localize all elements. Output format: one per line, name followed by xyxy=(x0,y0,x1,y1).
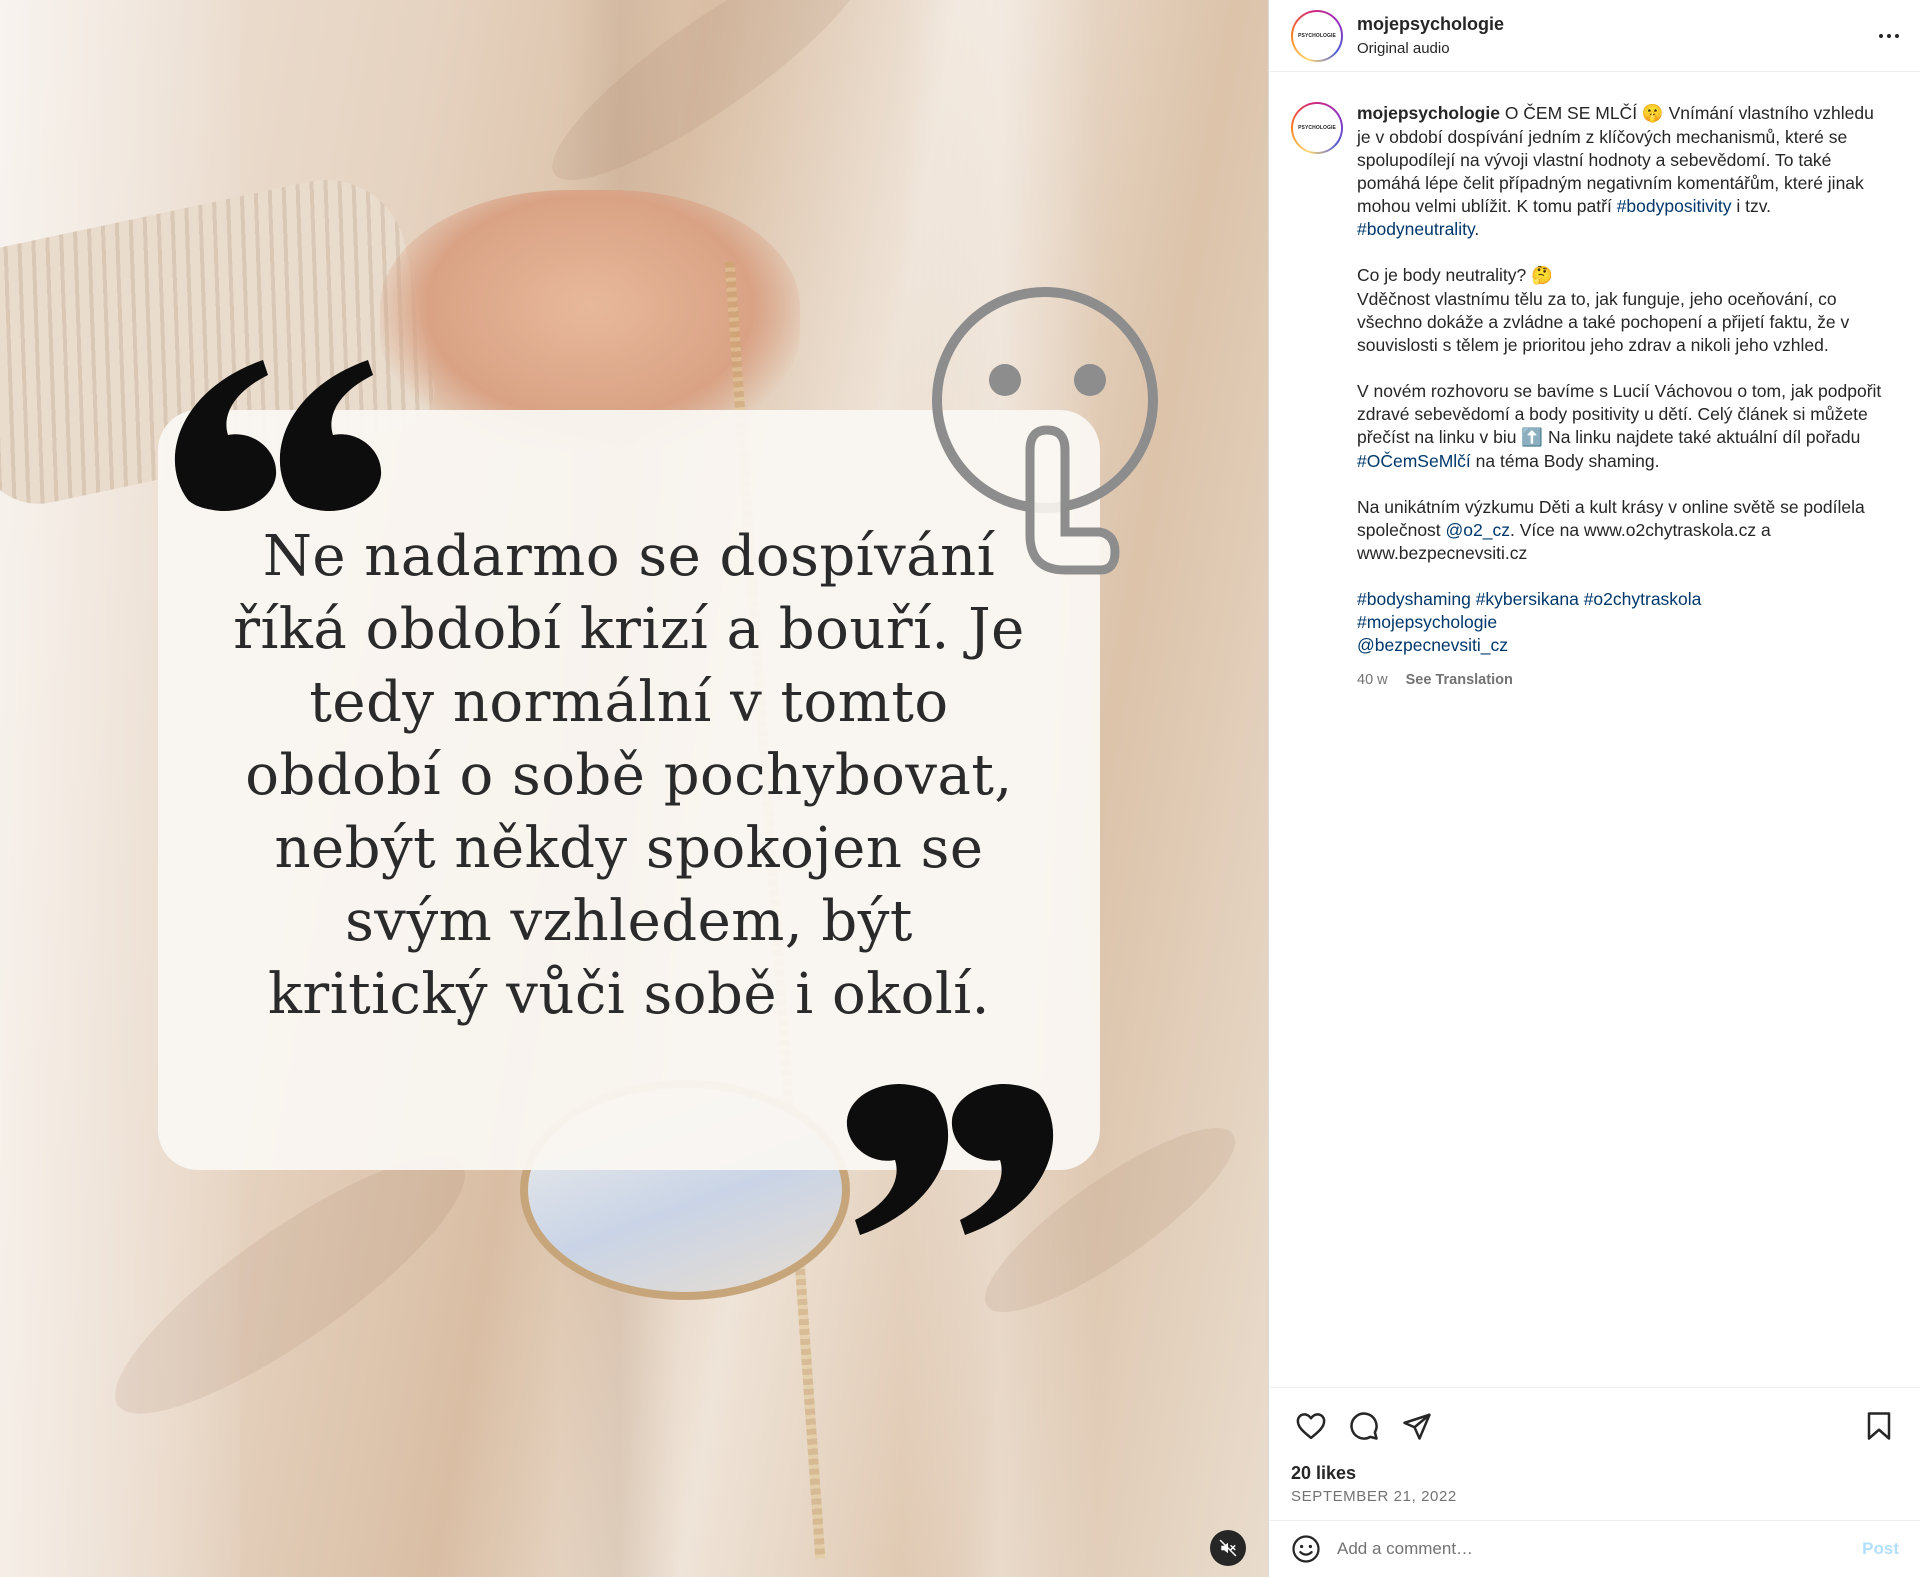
caption-text-segment: na téma Body shaming. xyxy=(1470,451,1660,471)
caption-row: PSYCHOLOGIE mojepsychologie O ČEM SE MLČ… xyxy=(1291,102,1899,692)
caption-avatar[interactable]: PSYCHOLOGIE xyxy=(1291,102,1343,154)
audio-label[interactable]: Original audio xyxy=(1357,39,1504,59)
caption-username[interactable]: mojepsychologie xyxy=(1357,103,1500,123)
caption-text-segment: i tzv. xyxy=(1731,196,1772,216)
hashtag-link[interactable]: #bodypositivity xyxy=(1617,196,1732,216)
comment-bar: Post xyxy=(1269,1520,1920,1577)
hashtag-link[interactable]: #mojepsychologie xyxy=(1357,612,1497,632)
more-horizontal-icon xyxy=(1887,34,1891,38)
save-button[interactable] xyxy=(1859,1406,1899,1446)
post-comment-button[interactable]: Post xyxy=(1862,1539,1899,1559)
quote-line: období o sobě pochybovat, xyxy=(245,743,1013,808)
quote-line: kritický vůči sobě i okolí. xyxy=(268,962,990,1027)
shushing-emoji: 🤫 xyxy=(1641,104,1664,124)
caption-text-segment: Co je body neutrality? xyxy=(1357,265,1532,285)
thinking-emoji: 🤔 xyxy=(1531,266,1553,286)
paper-plane-icon xyxy=(1403,1413,1431,1440)
heart-icon xyxy=(1296,1413,1326,1440)
post-header: PSYCHOLOGIE mojepsychologie Original aud… xyxy=(1269,0,1920,72)
hashtag-link[interactable]: #bodyneutrality xyxy=(1357,219,1474,239)
quote-line: svým vzhledem, být xyxy=(345,889,913,954)
smiley-icon[interactable] xyxy=(1291,1534,1321,1564)
comment-input[interactable] xyxy=(1337,1539,1863,1559)
quote-line: tedy normální v tomto xyxy=(309,670,949,735)
caption-text: mojepsychologie O ČEM SE MLČÍ 🤫 Vnímání … xyxy=(1357,102,1887,692)
likes-count[interactable]: 20 likes xyxy=(1291,1462,1899,1484)
post-side-panel: PSYCHOLOGIE mojepsychologie Original aud… xyxy=(1268,0,1920,1577)
like-button[interactable] xyxy=(1291,1406,1331,1446)
more-options-button[interactable] xyxy=(1875,22,1903,50)
speaker-muted-icon xyxy=(1219,1539,1237,1557)
close-quote-icon xyxy=(846,1083,1054,1235)
avatar-logo: PSYCHOLOGIE xyxy=(1298,32,1336,39)
hashtag-link[interactable]: #kybersikana xyxy=(1476,589,1579,609)
more-horizontal-icon xyxy=(1879,34,1883,38)
hashtag-link[interactable]: #bodyshaming xyxy=(1357,589,1471,609)
post-age[interactable]: 40 w xyxy=(1357,669,1388,692)
caption-text-segment: O ČEM SE MLČÍ xyxy=(1499,103,1642,123)
caption-area: PSYCHOLOGIE mojepsychologie O ČEM SE MLČ… xyxy=(1269,72,1920,1387)
comment-bubble-icon xyxy=(1350,1412,1378,1440)
share-button[interactable] xyxy=(1397,1406,1437,1446)
caption-text-segment: Vděčnost vlastnímu tělu za to, jak fungu… xyxy=(1357,289,1850,355)
bookmark-icon xyxy=(1867,1412,1891,1440)
mention-link[interactable]: @bezpecnevsiti_cz xyxy=(1357,635,1508,655)
up-arrow-emoji: ⬆️ xyxy=(1521,428,1544,448)
more-horizontal-icon xyxy=(1895,34,1899,38)
caption-text-segment: Na linku najdete také aktuální díl pořad… xyxy=(1543,427,1861,447)
avatar[interactable]: PSYCHOLOGIE xyxy=(1291,9,1343,62)
quote-text: Ne nadarmo se dospívání říká období kriz… xyxy=(158,520,1100,1031)
caption-meta: 40 w See Translation xyxy=(1357,669,1887,692)
hashtag-link[interactable]: #o2chytraskola xyxy=(1584,589,1702,609)
caption-text-segment: . xyxy=(1474,219,1480,239)
avatar-inner: PSYCHOLOGIE xyxy=(1293,11,1341,60)
mute-toggle-button[interactable] xyxy=(1210,1530,1246,1566)
instagram-post-view: Ne nadarmo se dospívání říká období kriz… xyxy=(0,0,1920,1577)
open-quote-icon xyxy=(174,360,382,512)
post-date[interactable]: SEPTEMBER 21, 2022 xyxy=(1291,1488,1899,1505)
header-text: mojepsychologie Original audio xyxy=(1357,13,1504,59)
action-row xyxy=(1291,1406,1899,1446)
avatar-inner: PSYCHOLOGIE xyxy=(1293,104,1341,152)
hashtag-link[interactable]: #OČemSeMlčí xyxy=(1357,451,1471,471)
quote-line: říká období krizí a bouří. Je xyxy=(233,597,1025,662)
post-media[interactable]: Ne nadarmo se dospívání říká období kriz… xyxy=(0,0,1268,1577)
avatar-logo: PSYCHOLOGIE xyxy=(1298,125,1336,131)
see-translation-button[interactable]: See Translation xyxy=(1406,669,1513,692)
quote-line: Ne nadarmo se dospívání xyxy=(262,524,996,589)
comment-button[interactable] xyxy=(1344,1406,1384,1446)
quote-line: nebýt někdy spokojen se xyxy=(274,816,984,881)
username-link[interactable]: mojepsychologie xyxy=(1357,13,1504,35)
post-actions: 20 likes SEPTEMBER 21, 2022 xyxy=(1269,1387,1920,1505)
mention-link[interactable]: @o2_cz xyxy=(1446,520,1510,540)
